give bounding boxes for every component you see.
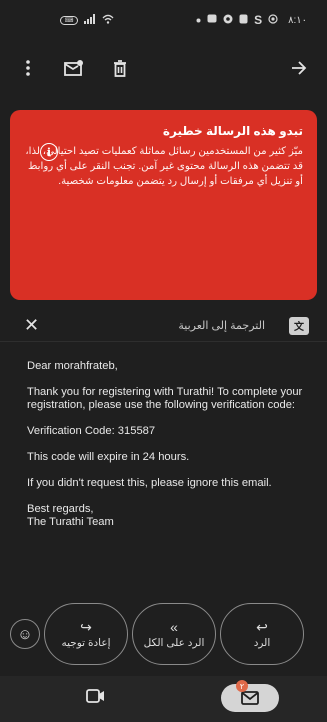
- s-icon: S: [254, 13, 263, 27]
- translate-bar: ✕ الترجمة إلى العربية 文: [0, 310, 327, 342]
- forward-icon: ↪: [80, 619, 92, 635]
- delete-icon[interactable]: [108, 56, 132, 80]
- translate-icon[interactable]: 文: [289, 316, 309, 335]
- mail-unread-badge: ٢: [236, 680, 248, 692]
- app-icon: [207, 14, 217, 26]
- status-left: ⌨: [60, 13, 114, 27]
- reply-label: الرد: [253, 637, 271, 649]
- verification-code: Verification Code: 315587: [27, 425, 156, 437]
- forward-button[interactable]: ↪ إعادة توجيه: [44, 603, 128, 665]
- phishing-warning-card: تبدو هذه الرسالة خطيرة ميّز كثير من المس…: [10, 110, 317, 300]
- status-bar: ⌨ S ٨:١٠: [0, 0, 327, 40]
- translate-label[interactable]: الترجمة إلى العربية: [178, 319, 265, 332]
- email-expiry: This code will expire in 24 hours.: [27, 451, 190, 463]
- signal-icon: [84, 13, 96, 27]
- email-body: Dear morahfrateb, Thank you for register…: [27, 360, 323, 529]
- reply-icon: ↩: [256, 619, 268, 635]
- rtt-icon: ⌨: [60, 15, 78, 25]
- bottom-nav: ٢: [0, 676, 327, 722]
- email-greeting: Dear morahfrateb,: [27, 360, 118, 372]
- email-paragraph-intro: Thank you for registering with Turathi! …: [27, 386, 303, 411]
- emoji-reaction-button[interactable]: ☺: [10, 619, 40, 649]
- record-icon: [268, 13, 278, 27]
- camera-icon: [223, 14, 233, 27]
- forward-label: إعادة توجيه: [61, 637, 111, 649]
- info-icon[interactable]: i: [40, 143, 58, 161]
- warning-title: تبدو هذه الرسالة خطيرة: [162, 124, 303, 138]
- reply-all-label: الرد على الكل: [143, 637, 205, 649]
- mail-icon: [241, 691, 259, 705]
- app-bar: [0, 40, 327, 96]
- mark-unread-icon[interactable]: [62, 56, 86, 80]
- emoji-icon: ☺: [17, 625, 33, 643]
- status-right: S ٨:١٠: [196, 13, 307, 27]
- close-translate-button[interactable]: ✕: [24, 315, 39, 336]
- more-vert-icon[interactable]: [16, 56, 40, 80]
- wifi-icon: [102, 14, 114, 27]
- forward-arrow-icon[interactable]: [287, 56, 311, 80]
- reply-all-button[interactable]: « الرد على الكل: [132, 603, 216, 665]
- video-camera-icon[interactable]: [86, 688, 106, 709]
- warning-body: ميّز كثير من المستخدمين رسائل مماثلة كعم…: [25, 146, 303, 187]
- reply-button[interactable]: ↩ الرد: [220, 603, 304, 665]
- email-ignore-note: If you didn't request this, please ignor…: [27, 477, 272, 489]
- reply-actions: ☺ ↪ إعادة توجيه « الرد على الكل ↩ الرد: [10, 602, 327, 666]
- email-signature: The Turathi Team: [27, 516, 114, 528]
- email-signoff: Best regards,: [27, 503, 94, 515]
- dot-icon: [196, 15, 201, 26]
- mail-tab[interactable]: [221, 684, 279, 712]
- reply-all-icon: «: [170, 619, 178, 635]
- clock: ٨:١٠: [288, 14, 307, 26]
- shield-icon: [239, 14, 248, 27]
